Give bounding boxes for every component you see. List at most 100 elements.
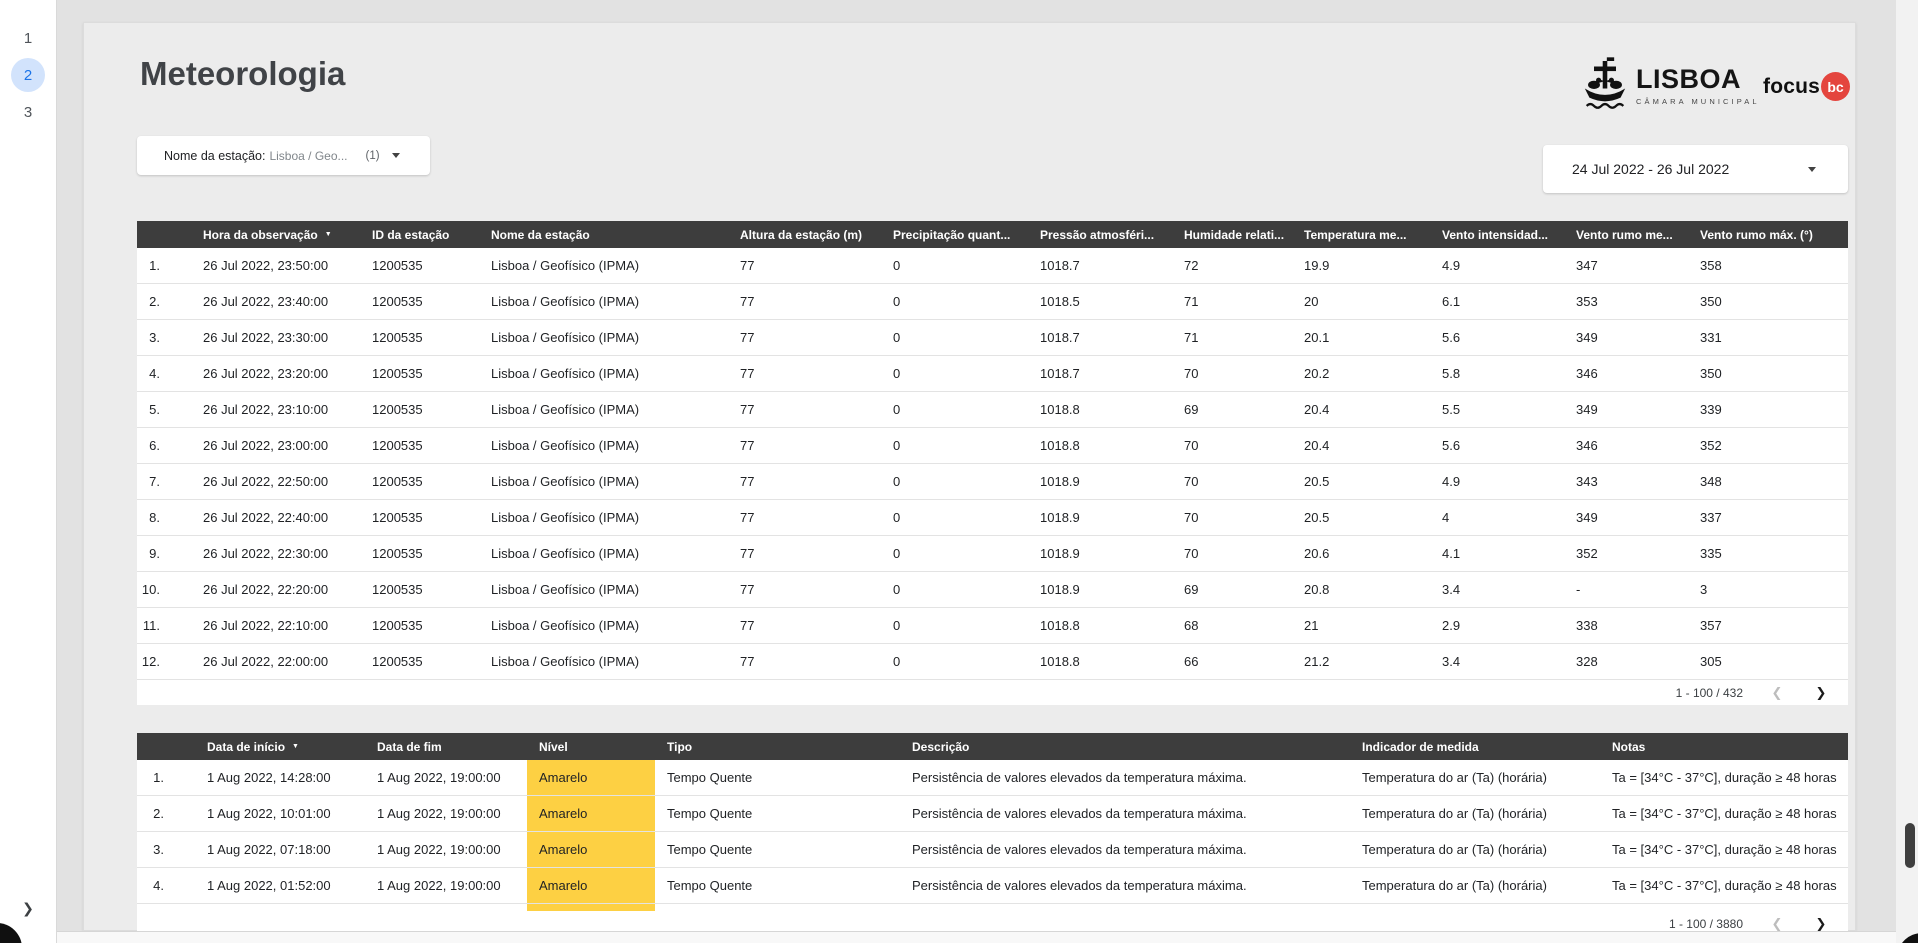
observations-table: Hora da observação▼ID da estaçãoNome da … bbox=[137, 221, 1848, 705]
lisboa-logo-text: LISBOA bbox=[1636, 66, 1760, 93]
cell-vento-intensidad: 3.4 bbox=[1430, 644, 1564, 679]
cell-notas: Ta = [34°C - 37°C], duração ≥ 48 horas bbox=[1600, 796, 1848, 831]
column-header-hora-da-observa-o[interactable]: Hora da observação▼ bbox=[191, 221, 360, 248]
column-header-humidade-relati[interactable]: Humidade relati... bbox=[1172, 221, 1292, 248]
pages-sidebar: 1 2 3 ❯ bbox=[0, 0, 57, 943]
cell-hora-da-observa-o: 26 Jul 2022, 22:10:00 bbox=[191, 608, 360, 643]
row-number: 10. bbox=[137, 572, 191, 607]
cell-vento-rumo-m-x: 331 bbox=[1688, 320, 1848, 355]
cell-id-da-esta-o: 1200535 bbox=[360, 248, 479, 283]
station-filter-dropdown[interactable]: Nome da estação: Lisboa / Geo... (1) bbox=[137, 136, 430, 175]
pagination-next-button[interactable]: ❯ bbox=[1799, 685, 1843, 701]
pagination-prev-button[interactable]: ❮ bbox=[1755, 685, 1799, 701]
cell-precipita-o-quant: 0 bbox=[881, 392, 1028, 427]
sort-desc-icon: ▼ bbox=[292, 743, 299, 750]
cell-precipita-o-quant: 0 bbox=[881, 284, 1028, 319]
table-row: 2.1 Aug 2022, 10:01:001 Aug 2022, 19:00:… bbox=[137, 796, 1848, 832]
cell-data-de-in-cio: 1 Aug 2022, 07:18:00 bbox=[195, 832, 365, 867]
cell-nome-da-esta-o: Lisboa / Geofísico (IPMA) bbox=[479, 644, 728, 679]
sidebar-expand-icon[interactable]: ❯ bbox=[0, 900, 56, 917]
cell-descri-o: Persistência de valores elevados da temp… bbox=[900, 868, 1350, 903]
cell-vento-rumo-me: 349 bbox=[1564, 500, 1688, 535]
column-header-vento-rumo-m-x[interactable]: Vento rumo máx. (°) bbox=[1688, 221, 1848, 248]
column-header-temperatura-me[interactable]: Temperatura me... bbox=[1292, 221, 1430, 248]
column-header-tipo[interactable]: Tipo bbox=[655, 733, 900, 760]
cell-indicador-de-medida: Temperatura do ar (Ta) (horária) bbox=[1350, 760, 1600, 795]
cell-humidade-relati: 70 bbox=[1172, 536, 1292, 571]
row-number: 2. bbox=[137, 284, 191, 319]
sort-desc-icon: ▼ bbox=[325, 231, 332, 238]
table-row: 3.26 Jul 2022, 23:30:001200535Lisboa / G… bbox=[137, 320, 1848, 356]
cell-hora-da-observa-o: 26 Jul 2022, 23:00:00 bbox=[191, 428, 360, 463]
cell-vento-rumo-m-x: 357 bbox=[1688, 608, 1848, 643]
column-header-data-de-fim[interactable]: Data de fim bbox=[365, 733, 527, 760]
column-header-rownum[interactable] bbox=[137, 221, 191, 248]
row-number: 3. bbox=[137, 320, 191, 355]
sidebar-page-1[interactable]: 1 bbox=[11, 21, 45, 55]
cell-press-o-atmosf-ri: 1018.8 bbox=[1028, 608, 1172, 643]
cell-nome-da-esta-o: Lisboa / Geofísico (IPMA) bbox=[479, 464, 728, 499]
column-header-id-da-esta-o[interactable]: ID da estação bbox=[360, 221, 479, 248]
column-header-precipita-o-quant[interactable]: Precipitação quant... bbox=[881, 221, 1028, 248]
cell-temperatura-me: 19.9 bbox=[1292, 248, 1430, 283]
cell-id-da-esta-o: 1200535 bbox=[360, 608, 479, 643]
cell-nome-da-esta-o: Lisboa / Geofísico (IPMA) bbox=[479, 428, 728, 463]
date-range-picker[interactable]: 24 Jul 2022 - 26 Jul 2022 bbox=[1543, 145, 1848, 193]
report-viewport: Meteorologia LISBOA CÂMARA MUNICIPAL bbox=[0, 0, 1918, 943]
cell-precipita-o-quant: 0 bbox=[881, 248, 1028, 283]
cell-vento-intensidad: 5.5 bbox=[1430, 392, 1564, 427]
cell-vento-intensidad: 6.1 bbox=[1430, 284, 1564, 319]
column-header-vento-rumo-me[interactable]: Vento rumo me... bbox=[1564, 221, 1688, 248]
column-header-notas[interactable]: Notas bbox=[1600, 733, 1848, 760]
cell-descri-o: Persistência de valores elevados da temp… bbox=[900, 760, 1350, 795]
column-header-press-o-atmosf-ri[interactable]: Pressão atmosféri... bbox=[1028, 221, 1172, 248]
cell-vento-rumo-me: 346 bbox=[1564, 428, 1688, 463]
cell-precipita-o-quant: 0 bbox=[881, 644, 1028, 679]
column-header-nome-da-esta-o[interactable]: Nome da estação bbox=[479, 221, 728, 248]
cell-data-de-fim: 1 Aug 2022, 19:00:00 bbox=[365, 832, 527, 867]
page-scrollbar-thumb[interactable] bbox=[1905, 823, 1915, 868]
cell-vento-rumo-m-x: 348 bbox=[1688, 464, 1848, 499]
station-filter-count: (1) bbox=[366, 150, 380, 162]
pagination-prev-button[interactable]: ❮ bbox=[1755, 916, 1799, 932]
cell-altura-da-esta-o-m: 77 bbox=[728, 536, 881, 571]
column-header-indicador-de-medida[interactable]: Indicador de medida bbox=[1350, 733, 1600, 760]
column-header-rownum[interactable] bbox=[137, 733, 195, 760]
cell-id-da-esta-o: 1200535 bbox=[360, 428, 479, 463]
cell-temperatura-me: 20.4 bbox=[1292, 392, 1430, 427]
row-number: 2. bbox=[137, 796, 195, 831]
pagination-range: 1 - 100 / 432 bbox=[1676, 686, 1743, 700]
cell-vento-intensidad: 5.8 bbox=[1430, 356, 1564, 391]
date-range-value: 24 Jul 2022 - 26 Jul 2022 bbox=[1572, 161, 1729, 177]
column-header-data-de-in-cio[interactable]: Data de início▼ bbox=[195, 733, 365, 760]
column-header-n-vel[interactable]: Nível bbox=[527, 733, 655, 760]
cell-hora-da-observa-o: 26 Jul 2022, 22:50:00 bbox=[191, 464, 360, 499]
warnings-table-body: 1.1 Aug 2022, 14:28:001 Aug 2022, 19:00:… bbox=[137, 760, 1848, 904]
lisboa-logo: LISBOA CÂMARA MUNICIPAL bbox=[1583, 57, 1760, 114]
cell-vento-rumo-m-x: 352 bbox=[1688, 428, 1848, 463]
cell-precipita-o-quant: 0 bbox=[881, 356, 1028, 391]
column-header-descri-o[interactable]: Descrição bbox=[900, 733, 1350, 760]
cell-data-de-in-cio: 1 Aug 2022, 01:52:00 bbox=[195, 868, 365, 903]
cell-vento-rumo-m-x: 350 bbox=[1688, 356, 1848, 391]
pagination-next-button[interactable]: ❯ bbox=[1799, 916, 1843, 932]
cell-precipita-o-quant: 0 bbox=[881, 320, 1028, 355]
table-row: 12.26 Jul 2022, 22:00:001200535Lisboa / … bbox=[137, 644, 1848, 680]
page-scrollbar[interactable] bbox=[1896, 0, 1918, 943]
cell-vento-rumo-me: 338 bbox=[1564, 608, 1688, 643]
cell-vento-rumo-m-x: 337 bbox=[1688, 500, 1848, 535]
column-header-vento-intensidad[interactable]: Vento intensidad... bbox=[1430, 221, 1564, 248]
cell-humidade-relati: 71 bbox=[1172, 284, 1292, 319]
clipped-nivel-cell bbox=[527, 904, 655, 911]
cell-hora-da-observa-o: 26 Jul 2022, 23:40:00 bbox=[191, 284, 360, 319]
cell-hora-da-observa-o: 26 Jul 2022, 22:00:00 bbox=[191, 644, 360, 679]
cell-vento-intensidad: 5.6 bbox=[1430, 320, 1564, 355]
sidebar-page-3[interactable]: 3 bbox=[11, 95, 45, 129]
column-header-altura-da-esta-o-m[interactable]: Altura da estação (m) bbox=[728, 221, 881, 248]
cell-press-o-atmosf-ri: 1018.5 bbox=[1028, 284, 1172, 319]
cell-hora-da-observa-o: 26 Jul 2022, 23:10:00 bbox=[191, 392, 360, 427]
sidebar-page-2-selected[interactable]: 2 bbox=[11, 58, 45, 92]
row-number: 9. bbox=[137, 536, 191, 571]
table-row: 5.26 Jul 2022, 23:10:001200535Lisboa / G… bbox=[137, 392, 1848, 428]
cell-tipo: Tempo Quente bbox=[655, 868, 900, 903]
